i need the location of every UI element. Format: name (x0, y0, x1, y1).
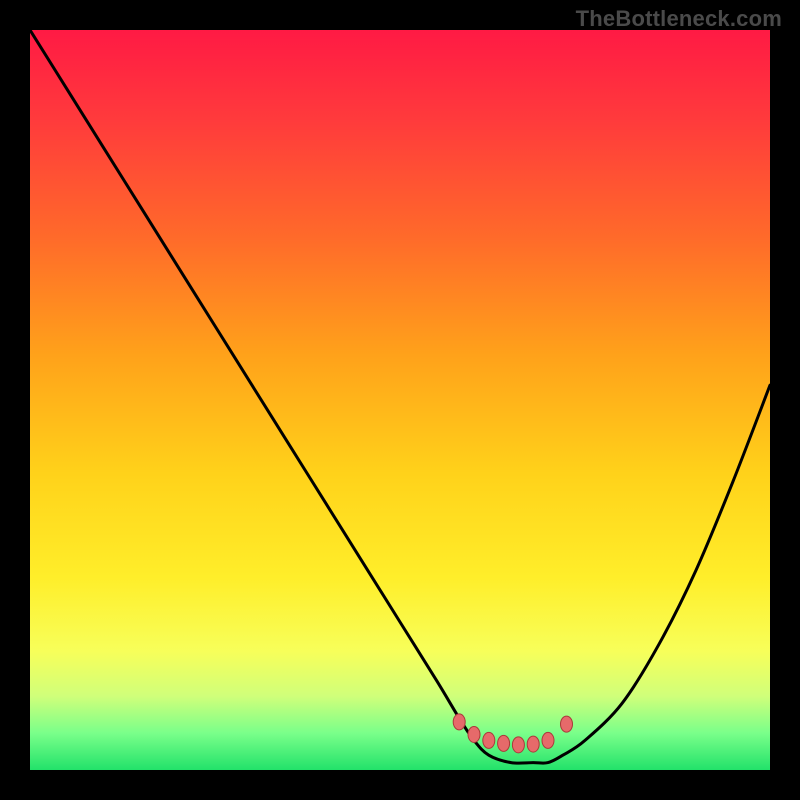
chart-overlay-svg (30, 30, 770, 770)
marker-point (453, 714, 465, 730)
marker-point (498, 735, 510, 751)
marker-point (468, 726, 480, 742)
watermark-label: TheBottleneck.com (576, 6, 782, 32)
chart-plot-area (30, 30, 770, 770)
marker-point (512, 737, 524, 753)
marker-point (483, 732, 495, 748)
bottleneck-curve (30, 30, 770, 763)
marker-point (527, 736, 539, 752)
marker-point (561, 716, 573, 732)
marker-point (542, 732, 554, 748)
marker-group (453, 714, 572, 753)
